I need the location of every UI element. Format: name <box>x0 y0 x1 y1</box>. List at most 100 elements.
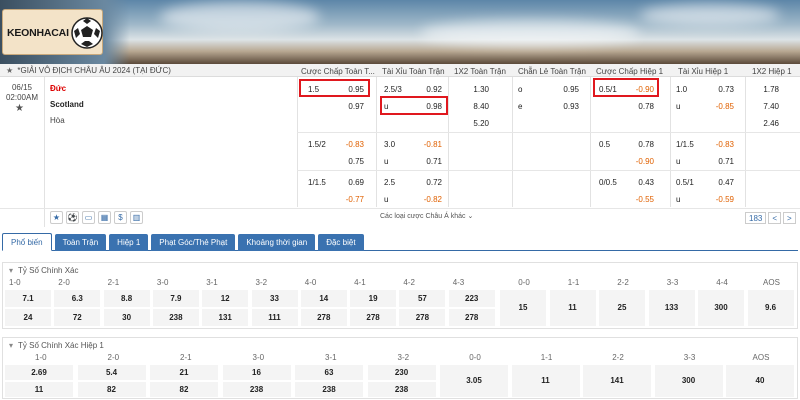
next-button[interactable]: > <box>783 212 796 224</box>
odds-cell[interactable]: 8.8 <box>103 290 150 307</box>
more-asian-bets-link[interactable]: Các loại cược Châu Á khác ⌄ <box>380 212 473 220</box>
odds-cell[interactable]: 238 <box>367 382 436 397</box>
odds-cell[interactable]: -0.55 <box>630 195 654 204</box>
odds-cell[interactable]: 0.78 <box>630 140 654 149</box>
section-header[interactable]: ▾ Tỷ Số Chính Xác Hiệp 1 <box>3 338 797 352</box>
odds-cell[interactable]: 0.97 <box>340 102 364 111</box>
odds-cell[interactable]: 0.72 <box>418 178 442 187</box>
odds-cell[interactable]: 57 <box>399 290 446 307</box>
home-team[interactable]: Đức <box>50 84 66 93</box>
tv-icon[interactable]: ▭ <box>82 211 95 224</box>
odds-cell[interactable]: -0.77 <box>340 195 364 204</box>
odds-cell[interactable]: 5.4 <box>77 365 146 380</box>
tab-corners-cards[interactable]: Phạt Góc/Thẻ Phạt <box>151 234 236 251</box>
odds-cell[interactable]: 300 <box>698 290 744 326</box>
logo-text: KEONHACAI <box>7 27 69 39</box>
odds-cell[interactable]: 278 <box>399 309 446 326</box>
odds-cell[interactable]: 0.43 <box>630 178 654 187</box>
col-header-hdp: Cược Chấp Toàn T... <box>301 67 375 76</box>
odds-cell[interactable]: -0.81 <box>418 140 442 149</box>
odds-cell[interactable]: 2.46 <box>755 119 779 128</box>
odds-cell[interactable]: 0.47 <box>710 178 734 187</box>
star-icon[interactable]: ★ <box>50 211 63 224</box>
stats-icon[interactable]: ⚽ <box>66 211 79 224</box>
odds-cell[interactable]: 2.69 <box>5 365 73 380</box>
odds-cell[interactable]: 133 <box>648 290 695 326</box>
tab-popular[interactable]: Phổ biến <box>2 233 52 251</box>
odds-cell[interactable]: 14 <box>300 290 347 307</box>
odds-cell[interactable]: 8.40 <box>463 102 489 111</box>
prev-button[interactable]: < <box>768 212 782 224</box>
odds-cell[interactable]: 223 <box>448 290 495 307</box>
odds-cell[interactable]: -0.90 <box>630 157 654 166</box>
odds-cell[interactable]: 0.71 <box>418 157 442 166</box>
odds-cell[interactable]: 1.30 <box>463 85 489 94</box>
odds-cell[interactable]: 16 <box>222 365 291 380</box>
odds-cell[interactable]: -0.83 <box>340 140 364 149</box>
dollar-icon[interactable]: $ <box>114 211 127 224</box>
odds-cell[interactable]: 0.71 <box>710 157 734 166</box>
odds-cell[interactable]: 7.1 <box>5 290 51 307</box>
odds-cell[interactable]: 5.20 <box>463 119 489 128</box>
odds-cell[interactable]: 238 <box>152 309 199 326</box>
odds-cell[interactable]: 40 <box>726 365 794 397</box>
favorite-star-icon[interactable]: ★ <box>15 103 24 114</box>
odds-cell[interactable]: 0.95 <box>555 85 579 94</box>
odds-cell[interactable]: 141 <box>583 365 651 397</box>
match-tools: ★ ⚽ ▭ ▦ $ ▥ <box>50 211 143 224</box>
section-header[interactable]: ▾ Tỷ Số Chính Xác <box>3 263 797 277</box>
odds-cell[interactable]: 0.92 <box>418 85 442 94</box>
odds-cell[interactable]: 63 <box>295 365 363 380</box>
odds-cell[interactable]: 278 <box>448 309 495 326</box>
away-team[interactable]: Scotland <box>50 100 84 109</box>
chart-icon[interactable]: ▥ <box>130 211 143 224</box>
odds-cell[interactable]: 300 <box>654 365 723 397</box>
tab-special[interactable]: Đặc biệt <box>318 234 364 251</box>
odds-cell[interactable]: 131 <box>202 309 249 326</box>
odds-cell[interactable]: 82 <box>150 382 218 397</box>
odds-cell[interactable]: 238 <box>295 382 363 397</box>
odds-cell[interactable]: 11 <box>549 290 596 326</box>
odds-cell[interactable]: 72 <box>54 309 101 326</box>
odds-cell[interactable]: -0.82 <box>418 195 442 204</box>
odds-cell[interactable]: 82 <box>77 382 146 397</box>
odds-cell[interactable]: 0.69 <box>340 178 364 187</box>
market-count[interactable]: 183 <box>745 212 767 224</box>
odds-cell[interactable]: 3.05 <box>440 365 508 397</box>
odds-cell[interactable]: 9.6 <box>747 290 794 326</box>
odds-cell[interactable]: 230 <box>367 365 436 380</box>
odds-cell[interactable]: 6.3 <box>54 290 101 307</box>
odds-cell[interactable]: 0.75 <box>340 157 364 166</box>
odds-cell[interactable]: 12 <box>202 290 249 307</box>
odds-cell[interactable]: 11 <box>5 382 73 397</box>
odds-cell[interactable]: 21 <box>150 365 218 380</box>
odds-cell[interactable]: 30 <box>103 309 150 326</box>
odds-cell[interactable]: 278 <box>300 309 347 326</box>
site-logo[interactable]: KEONHACAI <box>2 9 103 55</box>
odds-cell[interactable]: 278 <box>350 309 397 326</box>
more-link-label: Các loại cược Châu Á khác <box>380 213 466 220</box>
tab-time-period[interactable]: Khoảng thời gian <box>238 234 316 251</box>
tab-full-match[interactable]: Toàn Trận <box>54 234 107 251</box>
tab-first-half[interactable]: Hiệp 1 <box>109 234 149 251</box>
odds-cell[interactable]: 15 <box>500 290 546 326</box>
odds-cell[interactable]: -0.59 <box>710 195 734 204</box>
odds-cell[interactable]: 19 <box>350 290 397 307</box>
favorite-star-icon[interactable]: ★ <box>6 66 13 75</box>
odds-cell[interactable]: 33 <box>251 290 298 307</box>
odds-cell[interactable]: 111 <box>251 309 298 326</box>
odds-cell[interactable]: 0.78 <box>630 102 654 111</box>
odds-cell[interactable]: 0.93 <box>555 102 579 111</box>
odds-cell[interactable]: 11 <box>511 365 580 397</box>
grid-icon[interactable]: ▦ <box>98 211 111 224</box>
odds-cell[interactable]: 7.40 <box>755 102 779 111</box>
odds-cell[interactable]: 24 <box>5 309 51 326</box>
divider <box>297 77 298 207</box>
odds-cell[interactable]: -0.85 <box>710 102 734 111</box>
odds-cell[interactable]: 238 <box>222 382 291 397</box>
odds-cell[interactable]: 7.9 <box>152 290 199 307</box>
odds-cell[interactable]: -0.83 <box>710 140 734 149</box>
odds-cell[interactable]: 25 <box>599 290 645 326</box>
odds-cell[interactable]: 1.78 <box>755 85 779 94</box>
odds-cell[interactable]: 0.73 <box>710 85 734 94</box>
